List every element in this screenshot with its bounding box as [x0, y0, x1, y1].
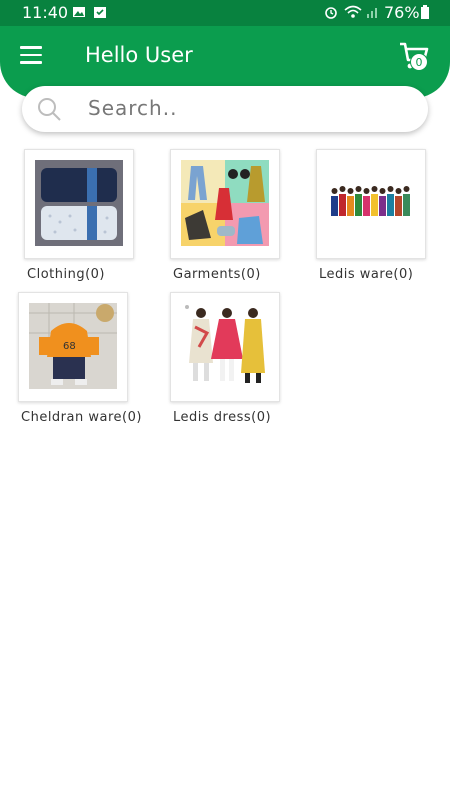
category-label[interactable]: Clothing(0)	[27, 267, 105, 282]
status-bar: 11:40 76%	[0, 0, 450, 26]
search-input[interactable]: Search..	[22, 86, 428, 132]
status-time: 11:40	[22, 3, 69, 22]
battery-level: 76%	[384, 3, 420, 22]
svg-text:68: 68	[63, 341, 76, 352]
calendar-check-icon	[94, 7, 106, 18]
page-title: Hello User	[85, 43, 193, 67]
category-label[interactable]: Ledis dress(0)	[173, 410, 271, 425]
category-label[interactable]: Cheldran ware(0)	[21, 410, 142, 425]
category-card-ledis-ware[interactable]	[316, 149, 426, 259]
category-card-cheldran-ware[interactable]: 68	[18, 292, 128, 402]
cheldran-ware-image: 68	[29, 303, 117, 389]
search-icon	[38, 98, 61, 121]
wifi-icon	[344, 5, 362, 18]
signal-icon	[367, 8, 377, 18]
category-card-clothing[interactable]	[24, 149, 134, 259]
cart-count-badge: 0	[410, 53, 428, 71]
menu-icon[interactable]	[20, 46, 42, 64]
category-label[interactable]: Ledis ware(0)	[319, 267, 413, 282]
image-icon	[73, 7, 85, 17]
garments-image	[181, 160, 269, 246]
battery-icon	[421, 5, 429, 19]
ledis-ware-image	[327, 160, 415, 246]
category-label[interactable]: Garments(0)	[173, 267, 261, 282]
category-card-ledis-dress[interactable]	[170, 292, 280, 402]
category-card-garments[interactable]	[170, 149, 280, 259]
search-placeholder: Search..	[88, 96, 178, 120]
clothing-image	[35, 160, 123, 246]
alarm-icon	[325, 7, 337, 19]
ledis-dress-image	[181, 303, 269, 389]
